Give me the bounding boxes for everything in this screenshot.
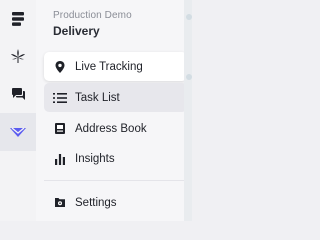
nav-label-task-list: Task List (75, 91, 120, 104)
icon-rail (0, 0, 36, 221)
sidebar-panel: Production Demo Delivery Live Tracking T… (36, 0, 192, 221)
app-window: Production Demo Delivery Live Tracking T… (0, 0, 200, 221)
address-book-icon (53, 122, 67, 136)
nav-label-live-tracking: Live Tracking (75, 60, 143, 73)
edge-marker (186, 74, 192, 80)
nav-item-address-book[interactable]: Address Book (44, 114, 187, 143)
brand-logo-icon[interactable] (7, 8, 29, 30)
list-icon (53, 91, 67, 105)
nav-item-task-list[interactable]: Task List (44, 83, 187, 112)
chat-icon[interactable] (7, 83, 29, 105)
org-title[interactable]: Delivery (53, 24, 100, 38)
settings-icon (53, 196, 67, 210)
content-edge (184, 0, 192, 221)
nav-item-settings[interactable]: Settings (44, 188, 187, 217)
nav-label-settings: Settings (75, 196, 117, 209)
nav-item-insights[interactable]: Insights (44, 144, 187, 173)
location-pin-icon (53, 60, 67, 74)
bar-chart-icon (53, 152, 67, 166)
nav-item-live-tracking[interactable]: Live Tracking (44, 52, 187, 81)
sidebar-divider (44, 180, 187, 181)
cannabis-leaf-icon[interactable] (7, 45, 29, 67)
org-subtitle: Production Demo (53, 10, 132, 21)
nav-label-insights: Insights (75, 152, 115, 165)
delivery-route-icon[interactable] (7, 121, 29, 143)
nav-label-address-book: Address Book (75, 122, 147, 135)
edge-marker (186, 14, 192, 20)
